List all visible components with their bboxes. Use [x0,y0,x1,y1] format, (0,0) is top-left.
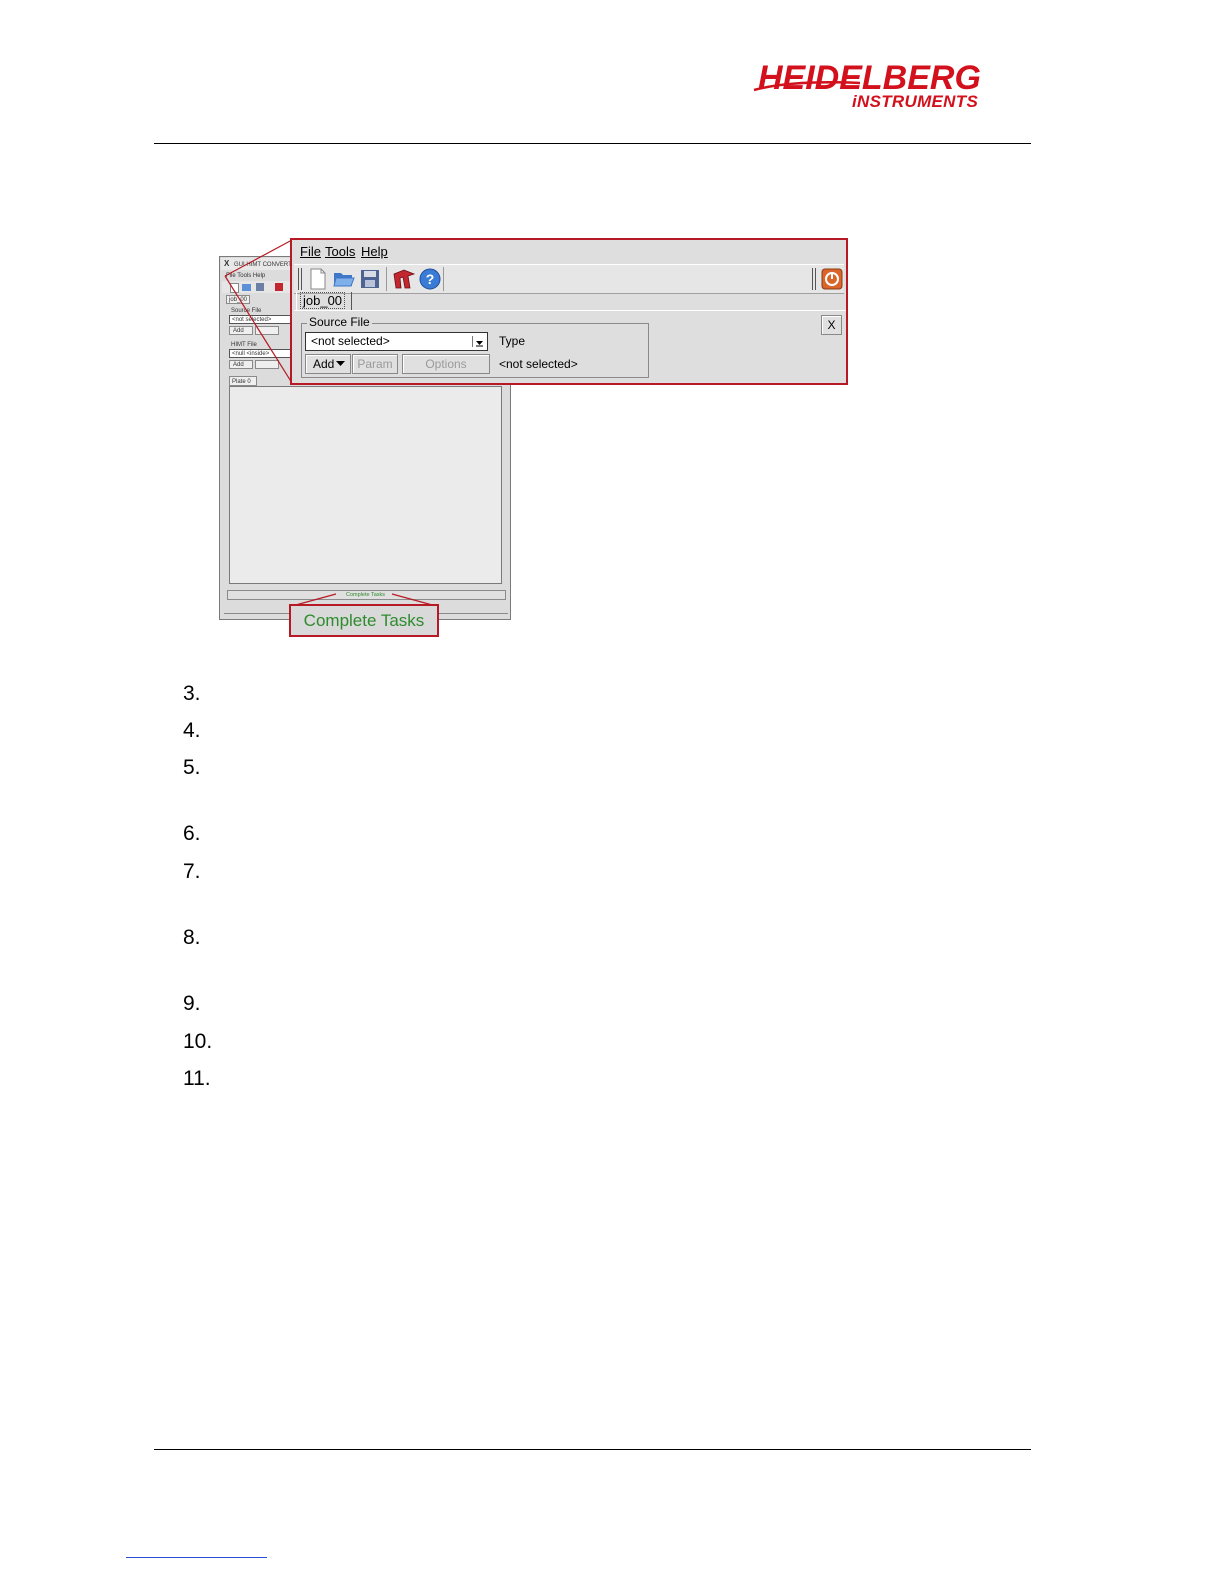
help-icon[interactable]: ? [418,267,442,291]
step-number-6: 6. [183,822,201,845]
step-number-4: 4. [183,719,201,742]
save-disk-icon[interactable] [358,267,382,291]
step-number-7: 7. [183,860,201,883]
menu-file[interactable]: File [300,244,321,260]
dropdown-arrow-icon [336,361,345,366]
type-value: <not selected> [499,357,578,371]
power-icon[interactable] [820,267,844,291]
open-folder-icon[interactable] [332,267,356,291]
source-file-combo-value: <not selected> [311,334,390,348]
source-file-legend: Source File [307,315,372,329]
close-job-button[interactable]: X [821,315,842,335]
toolbar-separator [386,267,387,291]
step-number-5: 5. [183,756,201,779]
tab-job-00[interactable]: job_00 [296,292,352,310]
converter-tool-icon[interactable] [392,267,416,291]
step-number-8: 8. [183,926,201,949]
menu-tools[interactable]: Tools [325,244,355,260]
step-number-3: 3. [183,682,201,705]
menu-help[interactable]: Help [361,244,388,260]
svg-text:?: ? [426,271,435,287]
add-button[interactable]: Add [305,354,351,374]
type-label: Type [499,334,526,348]
zoomed-panel: File Tools Help ? job_00 X Source File <… [290,238,848,385]
tab-divider [294,310,846,311]
footer-link-underline[interactable] [126,1557,267,1558]
options-button[interactable]: Options [402,354,490,374]
toolbar: ? [294,264,844,294]
toolbar-grip-right[interactable] [812,268,816,290]
param-button[interactable]: Param [352,354,398,374]
new-file-icon[interactable] [306,267,330,291]
source-file-combo[interactable]: <not selected> [305,332,488,351]
toolbar-separator-2 [443,267,444,291]
step-number-9: 9. [183,992,201,1015]
step-number-11: 11. [183,1067,211,1090]
complete-tasks-callout: Complete Tasks [289,604,439,637]
step-number-10: 10. [183,1030,213,1053]
footer-rule [154,1449,1031,1450]
chevron-down-icon[interactable] [472,336,485,347]
toolbar-grip-left[interactable] [298,268,302,290]
